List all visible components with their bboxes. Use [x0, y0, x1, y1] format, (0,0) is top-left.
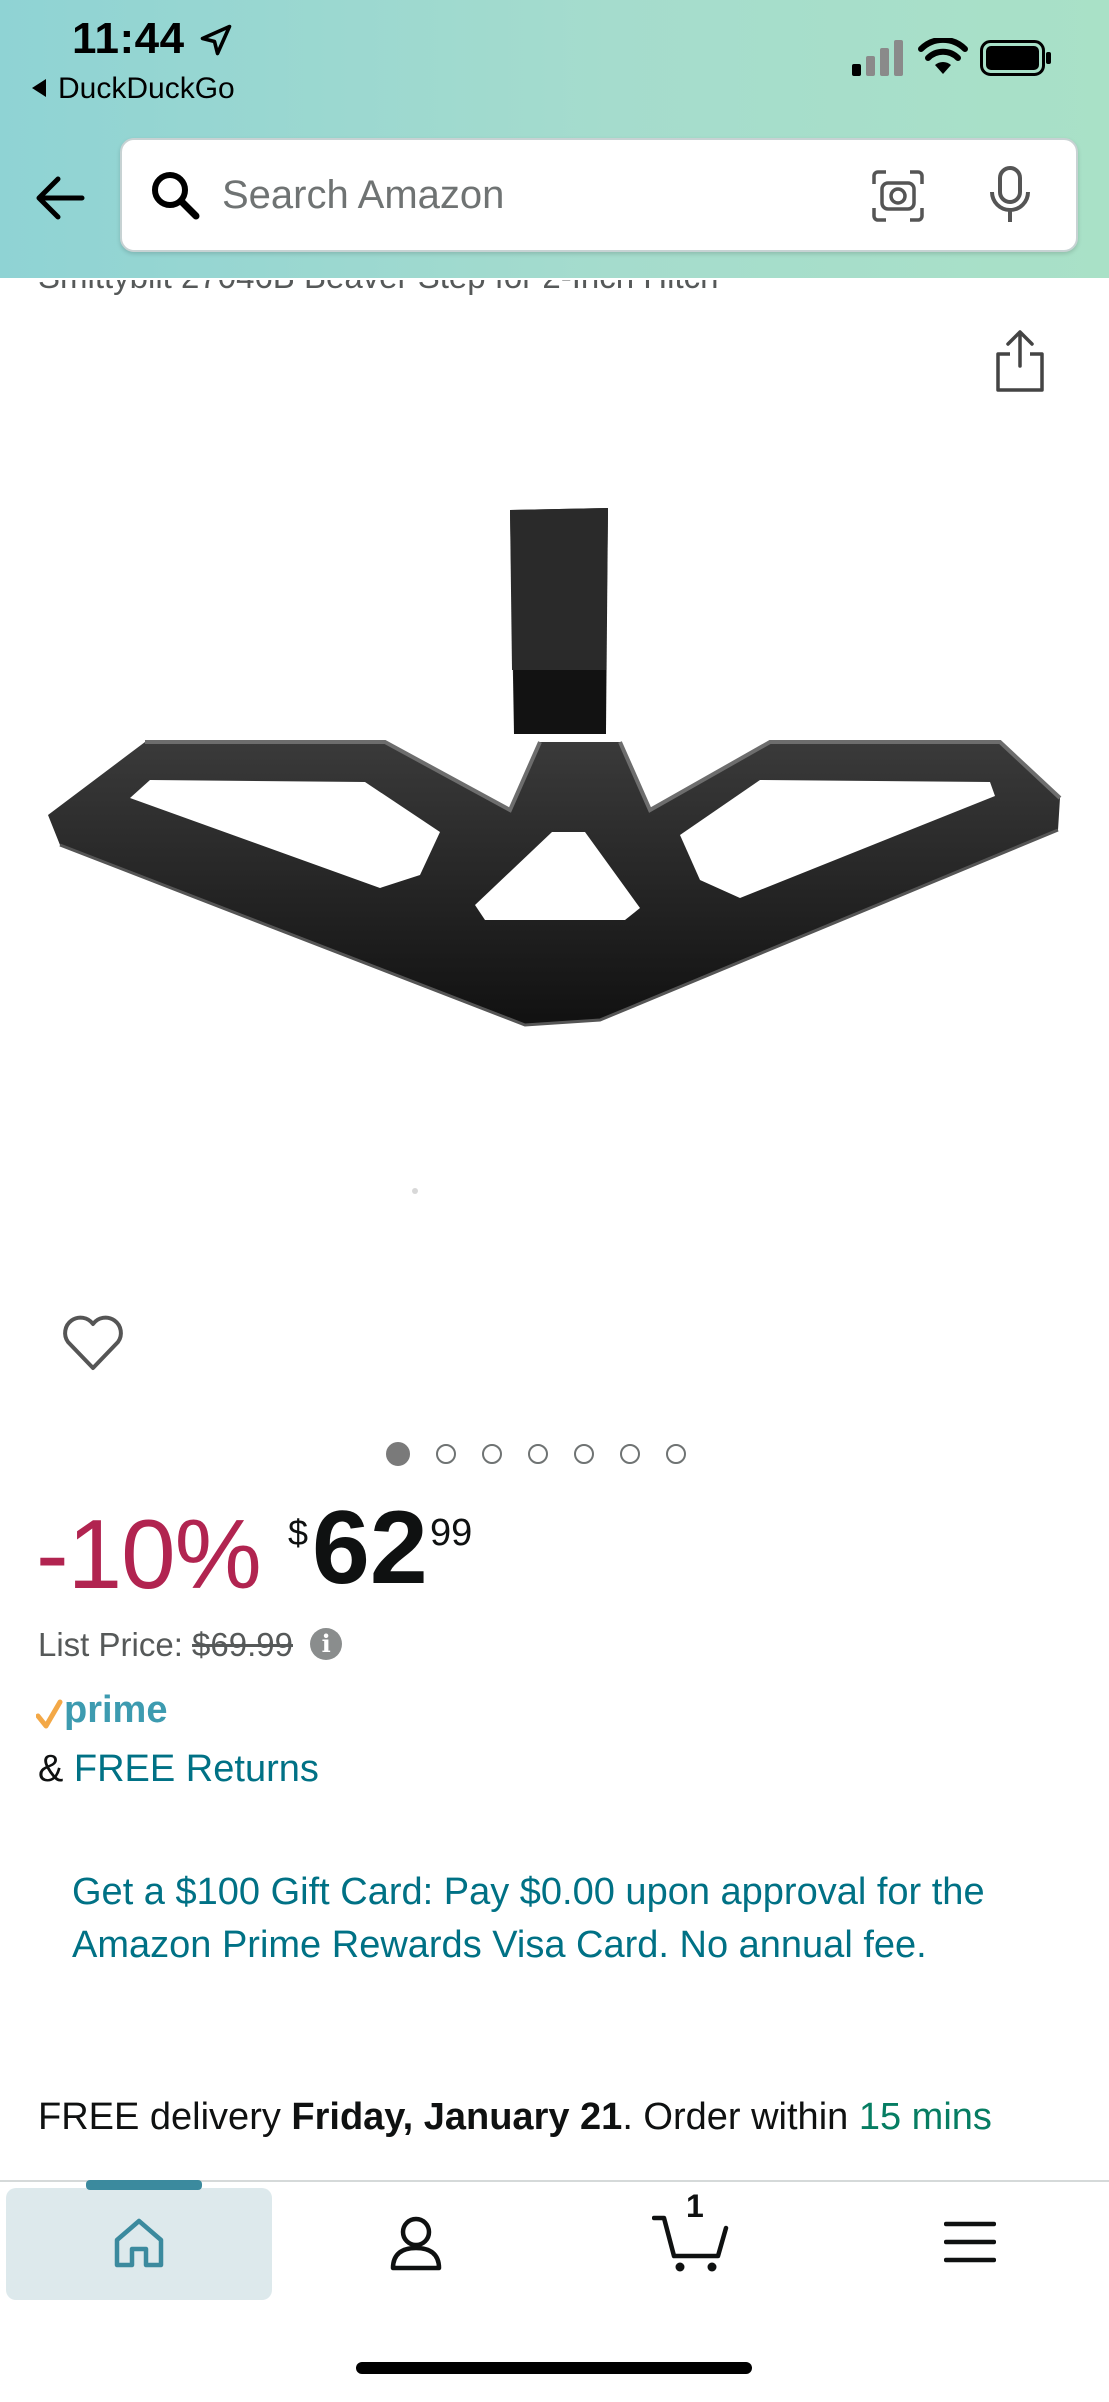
back-triangle-icon: [32, 79, 46, 98]
home-icon: [114, 2218, 164, 2268]
pagination-dot-6[interactable]: [620, 1444, 640, 1464]
list-price-label: List Price:: [38, 1626, 183, 1663]
product-image[interactable]: [40, 480, 1070, 1040]
delivery-info: FREE delivery Friday, January 21. Order …: [38, 2096, 992, 2139]
nav-home-tab[interactable]: [6, 2180, 272, 2300]
microphone-icon[interactable]: [988, 164, 1032, 226]
pagination-dot-3[interactable]: [482, 1444, 502, 1464]
battery-icon: [980, 40, 1051, 76]
promo-gift-card-link[interactable]: Get a $100 Gift Card: Pay $0.00 upon app…: [72, 1866, 1032, 1972]
list-price-value: $69.99: [192, 1626, 293, 1663]
cart-count-badge: 1: [686, 2188, 704, 2224]
wifi-icon: [918, 38, 968, 74]
delivery-countdown: 15 mins: [858, 2096, 992, 2138]
pagination-dot-7[interactable]: [666, 1444, 686, 1464]
back-to-app-link[interactable]: DuckDuckGo: [32, 72, 235, 106]
back-app-label: DuckDuckGo: [58, 72, 235, 105]
active-tab-indicator: [86, 2180, 202, 2190]
delivery-middle: . Order within: [622, 2096, 859, 2138]
search-bar[interactable]: [120, 138, 1078, 252]
prime-logo: prime: [36, 1689, 167, 1731]
delivery-prefix: FREE delivery: [38, 2096, 292, 2138]
free-returns-link[interactable]: FREE Returns: [74, 1748, 319, 1790]
camera-search-icon[interactable]: [870, 168, 926, 224]
image-pagination: [386, 1440, 686, 1470]
image-artifact-dot: [412, 1188, 418, 1194]
location-arrow-icon: [200, 24, 232, 56]
top-header: 11:44 DuckDuckGo: [0, 0, 1109, 278]
list-price: List Price: $69.99 i: [38, 1626, 343, 1664]
wishlist-heart-icon[interactable]: [60, 1312, 126, 1374]
pagination-dot-5[interactable]: [574, 1444, 594, 1464]
pagination-dot-4[interactable]: [528, 1444, 548, 1464]
price-whole: 62: [312, 1490, 428, 1606]
prime-label: prime: [64, 1689, 167, 1731]
price-currency: $: [288, 1512, 309, 1553]
share-icon[interactable]: [992, 328, 1048, 394]
cellular-signal-icon: [852, 40, 903, 76]
pagination-dot-2[interactable]: [436, 1444, 456, 1464]
info-icon[interactable]: i: [310, 1628, 343, 1661]
pagination-dot-1[interactable]: [386, 1442, 410, 1466]
menu-icon[interactable]: [944, 2220, 996, 2264]
account-icon[interactable]: [388, 2214, 444, 2272]
discount-percent: -10%: [36, 1499, 262, 1609]
back-arrow-icon[interactable]: [30, 168, 90, 228]
price-fraction: 99: [430, 1512, 473, 1554]
free-returns: & FREE Returns: [38, 1748, 319, 1791]
home-indicator[interactable]: [356, 2362, 752, 2374]
delivery-date: Friday, January 21: [291, 2096, 623, 2138]
returns-prefix: &: [38, 1748, 74, 1790]
search-input[interactable]: [220, 164, 884, 226]
status-time: 11:44: [72, 14, 185, 63]
search-icon: [152, 172, 200, 220]
